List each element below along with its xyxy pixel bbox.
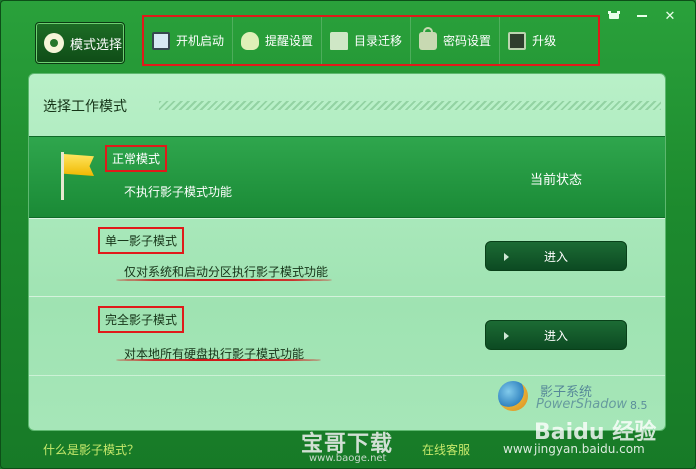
tool-password-settings[interactable]: 密码设置 xyxy=(411,17,501,64)
mode-panel: 选择工作模式 正常模式 不执行影子模式功能 当前状态 单一影子模式 仅对系统和启… xyxy=(28,73,666,431)
toolbar: 开机启动 提醒设置 目录迁移 密码设置 升级 xyxy=(142,15,600,66)
mode-select-button[interactable]: 模式选择 xyxy=(35,22,125,64)
tool-label: 升级 xyxy=(532,34,557,48)
phone-icon xyxy=(508,31,527,50)
close-icon[interactable]: ✕ xyxy=(663,9,677,24)
flag-icon xyxy=(59,152,99,200)
mode-select-label: 模式选择 xyxy=(70,37,123,53)
baidu-watermark-url: jingyan.baidu.com xyxy=(534,442,645,456)
mode-name: 单一影子模式 xyxy=(98,227,185,254)
panel-title: 选择工作模式 xyxy=(43,99,127,115)
tool-label: 提醒设置 xyxy=(265,34,314,48)
tool-label: 开机启动 xyxy=(176,34,225,48)
panel-header: 选择工作模式 xyxy=(29,74,665,136)
online-service-link[interactable]: 在线客服 xyxy=(422,441,470,458)
mode-name: 完全影子模式 xyxy=(98,306,185,333)
logo-tagline: PowerShadow xyxy=(536,397,628,412)
folder-icon xyxy=(330,31,349,50)
mode-desc: 仅对系统和启动分区执行影子模式功能 xyxy=(124,265,329,279)
tool-upgrade[interactable]: 升级 xyxy=(500,17,564,64)
watermark-url: www.baoge.net xyxy=(309,453,387,464)
tool-directory-migration[interactable]: 目录迁移 xyxy=(322,17,412,64)
red-underline xyxy=(116,359,321,361)
enter-button[interactable]: 进入 xyxy=(485,241,627,271)
tool-boot-start[interactable]: 开机启动 xyxy=(144,17,234,64)
mode-row-full-shadow: 完全影子模式 对本地所有硬盘执行影子模式功能 进入 xyxy=(29,296,665,376)
enter-label: 进入 xyxy=(543,249,568,264)
red-underline xyxy=(116,279,332,281)
tool-label: 目录迁移 xyxy=(354,34,403,48)
mode-name: 正常模式 xyxy=(105,145,168,172)
tool-reminder-settings[interactable]: 提醒设置 xyxy=(233,17,323,64)
tool-label: 密码设置 xyxy=(443,34,492,48)
watermark-www: www xyxy=(503,442,533,456)
gear-icon xyxy=(44,33,64,53)
lock-icon xyxy=(419,26,438,50)
logo-version: 8.5 xyxy=(630,399,648,412)
minimize-icon[interactable] xyxy=(635,9,649,23)
pin-icon[interactable] xyxy=(607,9,621,23)
bulb-icon xyxy=(241,31,260,50)
mode-desc: 不执行影子模式功能 xyxy=(124,185,233,199)
window-controls: ✕ xyxy=(607,9,677,24)
app-window: ✕ 模式选择 开机启动 提醒设置 目录迁移 密码设置 升级 选择工作模式 正常模… xyxy=(0,0,696,469)
play-arrow-icon xyxy=(504,332,509,340)
what-is-shadow-mode-link[interactable]: 什么是影子模式？ xyxy=(43,441,139,458)
monitor-icon xyxy=(152,31,170,50)
enter-label: 进入 xyxy=(543,328,568,343)
logo-icon xyxy=(498,381,528,411)
enter-button[interactable]: 进入 xyxy=(485,320,627,350)
decorative-stripes xyxy=(159,101,661,110)
play-arrow-icon xyxy=(504,253,509,261)
mode-row-normal[interactable]: 正常模式 不执行影子模式功能 当前状态 xyxy=(29,136,665,218)
mode-row-single-shadow: 单一影子模式 仅对系统和启动分区执行影子模式功能 进入 xyxy=(29,218,665,296)
current-status-label: 当前状态 xyxy=(529,173,582,188)
